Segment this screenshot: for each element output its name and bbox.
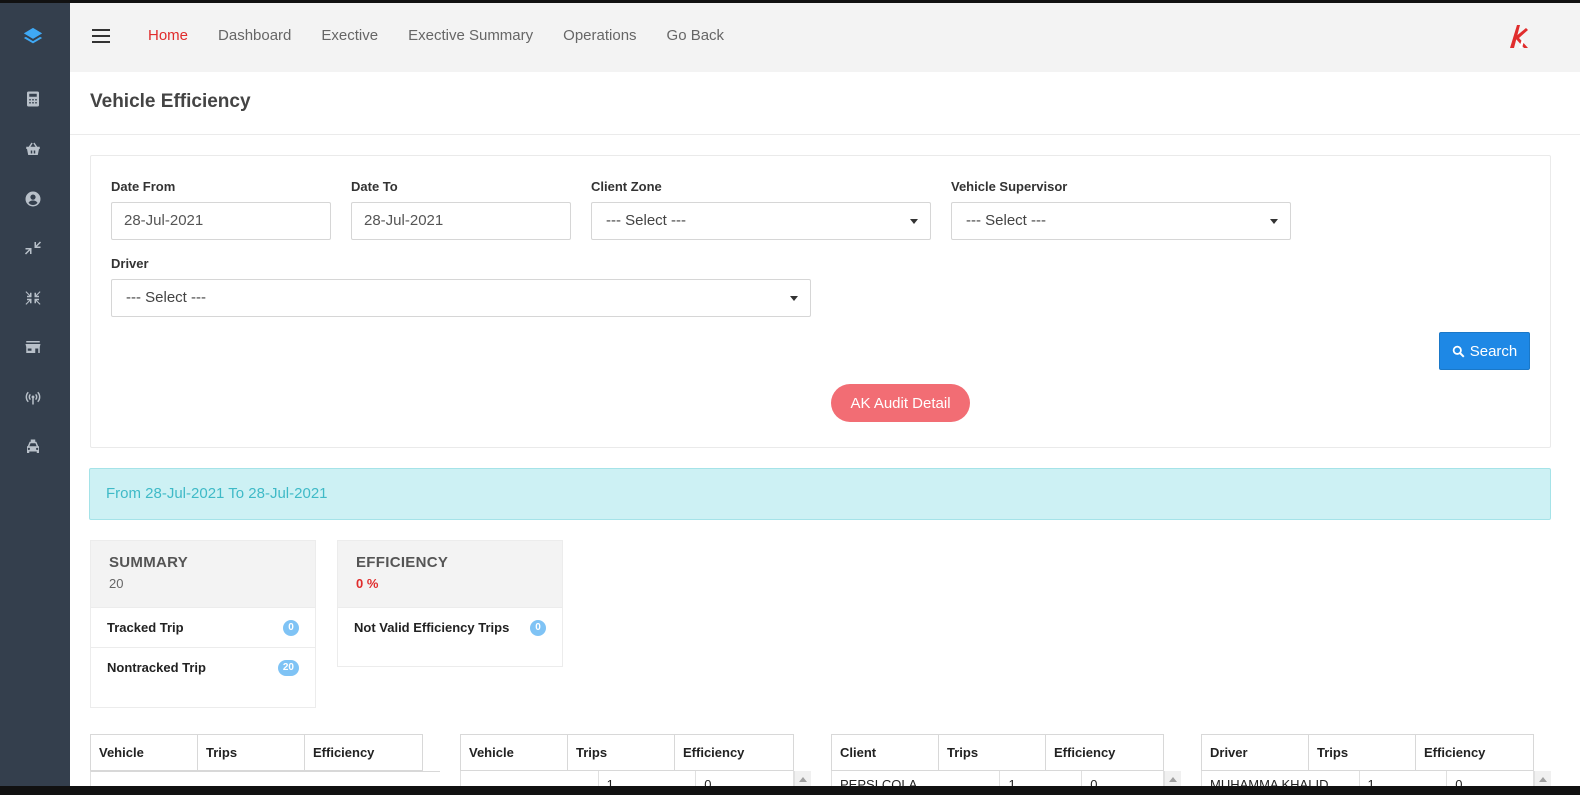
driver-label: Driver — [111, 256, 149, 271]
efficiency-card: EFFICIENCY 0 % Not Valid Efficiency Trip… — [337, 540, 563, 667]
date-to-label: Date To — [351, 179, 398, 194]
date-range-banner: From 28-Jul-2021 To 28-Jul-2021 — [89, 468, 1551, 520]
caret-down-icon — [1270, 219, 1278, 224]
caret-down-icon — [790, 296, 798, 301]
tracked-trip-label: Tracked Trip — [107, 620, 184, 635]
vehicle-supervisor-label: Vehicle Supervisor — [951, 179, 1068, 194]
search-button[interactable]: Search — [1439, 332, 1530, 370]
column-header[interactable]: Efficiency — [1046, 735, 1163, 770]
client-zone-label: Client Zone — [591, 179, 662, 194]
driver-value: --- Select --- — [126, 289, 206, 306]
column-header[interactable]: Vehicle — [461, 735, 568, 770]
page-title: Vehicle Efficiency — [90, 91, 251, 112]
summary-value: 20 — [109, 576, 124, 591]
tracked-trip-badge: 0 — [283, 620, 299, 636]
client-zone-value: --- Select --- — [606, 212, 686, 229]
column-header[interactable]: Client — [832, 735, 939, 770]
driver-table-header: Driver Trips Efficiency — [1201, 734, 1534, 771]
column-header[interactable]: Efficiency — [1416, 735, 1533, 770]
nav-go-back[interactable]: Go Back — [667, 27, 725, 44]
search-button-label: Search — [1469, 342, 1518, 360]
hamburger-menu-icon[interactable] — [92, 29, 110, 43]
nav-exective[interactable]: Exective — [321, 27, 378, 44]
vehicle-table-1-header: Vehicle Trips Efficiency — [90, 734, 423, 771]
window-bottom-border — [0, 786, 1580, 795]
taxi-icon[interactable] — [20, 434, 46, 460]
column-header[interactable]: Trips — [568, 735, 675, 770]
date-to-input[interactable]: 28-Jul-2021 — [351, 202, 571, 240]
main-nav: Home Dashboard Exective Exective Summary… — [148, 27, 724, 44]
search-icon — [1452, 345, 1465, 357]
nontracked-trip-badge: 20 — [277, 660, 299, 676]
efficiency-title: EFFICIENCY — [356, 554, 449, 571]
summary-title: SUMMARY — [109, 554, 189, 571]
summary-card-header: SUMMARY 20 — [91, 541, 315, 607]
nav-home[interactable]: Home — [148, 27, 188, 44]
column-header[interactable]: Driver — [1202, 735, 1309, 770]
top-navbar: Home Dashboard Exective Exective Summary… — [70, 3, 1580, 72]
store-icon[interactable] — [20, 334, 46, 360]
summary-card: SUMMARY 20 Tracked Trip 0 Nontracked Tri… — [90, 540, 316, 708]
signal-tower-icon[interactable] — [20, 384, 46, 410]
client-zone-select[interactable]: --- Select --- — [591, 202, 931, 240]
nontracked-trip-row[interactable]: Nontracked Trip 20 — [91, 647, 315, 687]
column-header[interactable]: Trips — [198, 735, 305, 770]
filter-panel: Date From 28-Jul-2021 Date To 28-Jul-202… — [90, 155, 1551, 448]
tracked-trip-row[interactable]: Tracked Trip 0 — [91, 607, 315, 647]
column-header[interactable]: Efficiency — [675, 735, 793, 770]
layers-icon[interactable] — [20, 24, 46, 50]
driver-select[interactable]: --- Select --- — [111, 279, 811, 317]
not-valid-efficiency-label: Not Valid Efficiency Trips — [354, 620, 510, 635]
vehicle-table-2-header: Vehicle Trips Efficiency — [460, 734, 794, 771]
vehicle-supervisor-select[interactable]: --- Select --- — [951, 202, 1291, 240]
nav-operations[interactable]: Operations — [563, 27, 636, 44]
column-header[interactable]: Trips — [939, 735, 1046, 770]
not-valid-efficiency-row[interactable]: Not Valid Efficiency Trips 0 — [338, 607, 562, 647]
client-table-header: Client Trips Efficiency — [831, 734, 1164, 771]
caret-down-icon — [910, 219, 918, 224]
brand-logo-icon[interactable] — [1506, 23, 1532, 49]
title-divider — [70, 134, 1580, 135]
column-header[interactable]: Vehicle — [91, 735, 198, 770]
column-header[interactable]: Trips — [1309, 735, 1416, 770]
not-valid-efficiency-badge: 0 — [530, 620, 546, 636]
nontracked-trip-label: Nontracked Trip — [107, 660, 206, 675]
compress-icon[interactable] — [20, 235, 46, 261]
nav-exective-summary[interactable]: Exective Summary — [408, 27, 533, 44]
date-from-input[interactable]: 28-Jul-2021 — [111, 202, 331, 240]
vehicle-supervisor-value: --- Select --- — [966, 212, 1046, 229]
nav-dashboard[interactable]: Dashboard — [218, 27, 291, 44]
ak-audit-detail-button[interactable]: AK Audit Detail — [831, 384, 970, 422]
collapse-arrows-icon[interactable] — [20, 285, 46, 311]
calculator-icon[interactable] — [20, 86, 46, 112]
column-header[interactable]: Efficiency — [305, 735, 422, 770]
sidebar — [0, 0, 70, 795]
efficiency-card-header: EFFICIENCY 0 % — [338, 541, 562, 607]
user-circle-icon[interactable] — [20, 186, 46, 212]
efficiency-value: 0 % — [356, 576, 379, 591]
date-from-label: Date From — [111, 179, 176, 194]
basket-icon[interactable] — [20, 136, 46, 162]
